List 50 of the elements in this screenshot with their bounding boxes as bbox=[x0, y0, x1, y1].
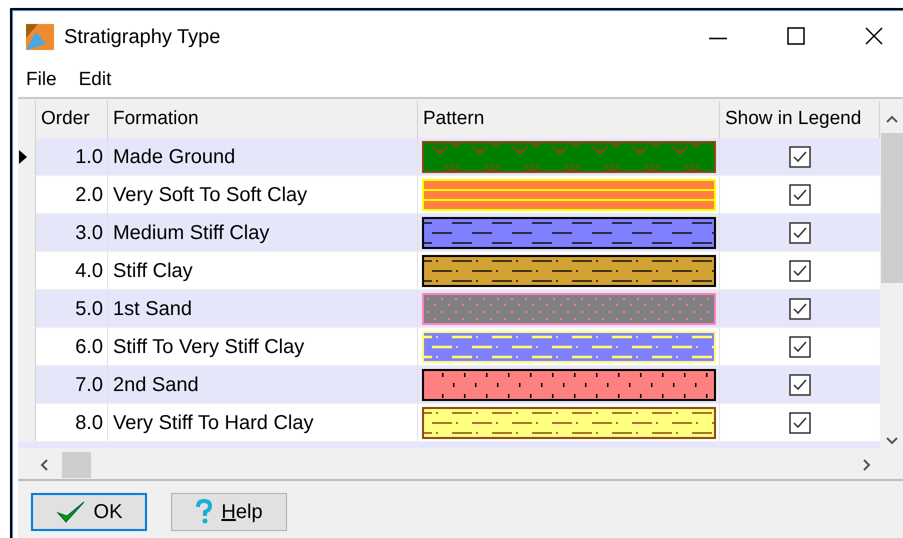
current-row-icon bbox=[18, 148, 28, 164]
table-row[interactable]: 6.0 Stiff To Very Stiff Clay bbox=[18, 328, 880, 366]
checkbox[interactable] bbox=[789, 222, 811, 244]
help-button[interactable]: Help bbox=[171, 493, 287, 531]
table-cell: Very Soft To Soft Clay bbox=[108, 176, 418, 213]
table-cell: 3.0 bbox=[36, 214, 108, 251]
table-cell: 6.0 bbox=[36, 328, 108, 365]
menu-item[interactable]: Edit bbox=[78, 66, 112, 94]
app-logo-icon bbox=[26, 24, 54, 50]
checkmark-icon bbox=[56, 500, 86, 524]
window-title: Stratigraphy Type bbox=[64, 25, 220, 50]
checkbox[interactable] bbox=[789, 412, 811, 434]
scroll-up-icon[interactable] bbox=[886, 115, 898, 123]
maximize-icon[interactable] bbox=[787, 27, 805, 45]
table-cell: Medium Stiff Clay bbox=[108, 214, 418, 251]
table-row[interactable]: 3.0 Medium Stiff Clay bbox=[18, 214, 880, 252]
table-cell: 1st Sand bbox=[108, 290, 418, 327]
table-cell: Stiff To Very Stiff Clay bbox=[108, 328, 418, 365]
table-cell: 1.0 bbox=[36, 138, 108, 175]
scroll-right-icon[interactable] bbox=[863, 459, 871, 471]
question-mark-icon bbox=[195, 499, 214, 525]
checkbox[interactable] bbox=[789, 336, 811, 358]
scroll-thumb[interactable] bbox=[62, 452, 91, 478]
scroll-thumb[interactable] bbox=[880, 133, 902, 283]
checkbox[interactable] bbox=[789, 146, 811, 168]
table-cell: 5.0 bbox=[36, 290, 108, 327]
checkbox[interactable] bbox=[789, 260, 811, 282]
checkbox[interactable] bbox=[789, 184, 811, 206]
table-cell: 2.0 bbox=[36, 176, 108, 213]
menu-item[interactable]: File bbox=[26, 66, 57, 94]
table-row[interactable]: 7.0 2nd Sand bbox=[18, 366, 880, 404]
table-row[interactable]: 4.0 Stiff Clay bbox=[18, 252, 880, 290]
table-cell: 4.0 bbox=[36, 252, 108, 289]
table-cell: Stiff Clay bbox=[108, 252, 418, 289]
table-row[interactable]: 5.0 1st Sand bbox=[18, 290, 880, 328]
table-row[interactable]: 8.0 Very Stiff To Hard Clay bbox=[18, 404, 880, 442]
checkbox[interactable] bbox=[789, 298, 811, 320]
table-row[interactable]: 2.0 Very Soft To Soft Clay bbox=[18, 176, 880, 214]
scroll-left-icon[interactable] bbox=[40, 459, 48, 471]
horizontal-scrollbar[interactable] bbox=[18, 451, 903, 481]
scroll-down-icon[interactable] bbox=[886, 437, 898, 445]
table-cell: Very Stiff To Hard Clay bbox=[108, 404, 418, 441]
table-row[interactable]: 1.0 Made Ground bbox=[18, 138, 880, 176]
table-cell: 8.0 bbox=[36, 404, 108, 441]
table-cell: 2nd Sand bbox=[108, 366, 418, 403]
ok-button[interactable]: OK bbox=[31, 493, 147, 531]
table-cell: 7.0 bbox=[36, 366, 108, 403]
close-icon[interactable] bbox=[865, 27, 883, 45]
checkbox[interactable] bbox=[789, 374, 811, 396]
table-cell: Made Ground bbox=[108, 138, 418, 175]
